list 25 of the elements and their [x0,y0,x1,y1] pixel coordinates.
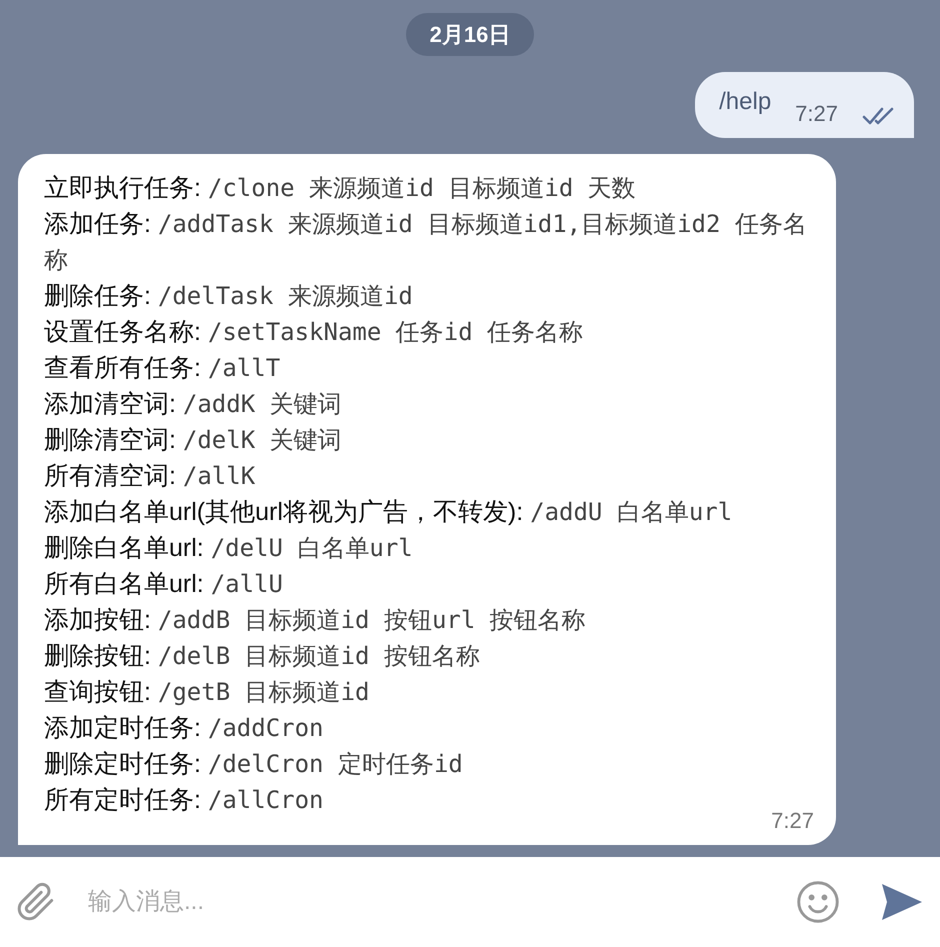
command-line: 所有定时任务: /allCron [44,785,324,816]
command-line: 删除清空词: /delK 关键词 [44,425,343,456]
command-line: 添加白名单url(其他url将视为广告，不转发): /addU 白名单url [44,497,734,528]
date-badge: 2月16日 [406,13,534,56]
command-line: 立即执行任务: /clone 来源频道id 目标频道id 天数 [44,173,637,204]
command-line: 删除任务: /delTask 来源频道id [44,281,414,312]
message-composer[interactable]: 输入消息... [0,857,940,947]
command-line: 添加定时任务: /addCron [44,713,324,744]
message-time: 7:27 [771,807,814,835]
command-line: 所有清空词: /allK [44,461,256,492]
command-line: 所有白名单url: /allU [44,569,284,600]
send-icon[interactable] [880,882,924,922]
command-line: 查询按钮: /getB 目标频道id [44,677,370,708]
command-line: 添加任务: /addTask 来源频道id 目标频道id1,目标频道id2 任务名称 [44,209,808,276]
command-line: 添加清空词: /addK 关键词 [44,389,343,420]
command-line: 删除按钮: /delB 目标频道id 按钮名称 [44,641,481,672]
command-line: 设置任务名称: /setTaskName 任务id 任务名称 [44,317,584,348]
command-line: 删除白名单url: /delU 白名单url [44,533,414,564]
message-text: /help [719,87,772,117]
command-line: 查看所有任务: /allT [44,353,282,384]
message-input-field[interactable]: 输入消息... [88,884,780,920]
smiley-icon[interactable] [796,880,840,924]
message-time: 7:27 [795,100,838,128]
command-line: 添加按钮: /addB 目标频道id 按钮url 按钮名称 [44,605,587,636]
command-line: 删除定时任务: /delCron 定时任务id [44,749,464,780]
